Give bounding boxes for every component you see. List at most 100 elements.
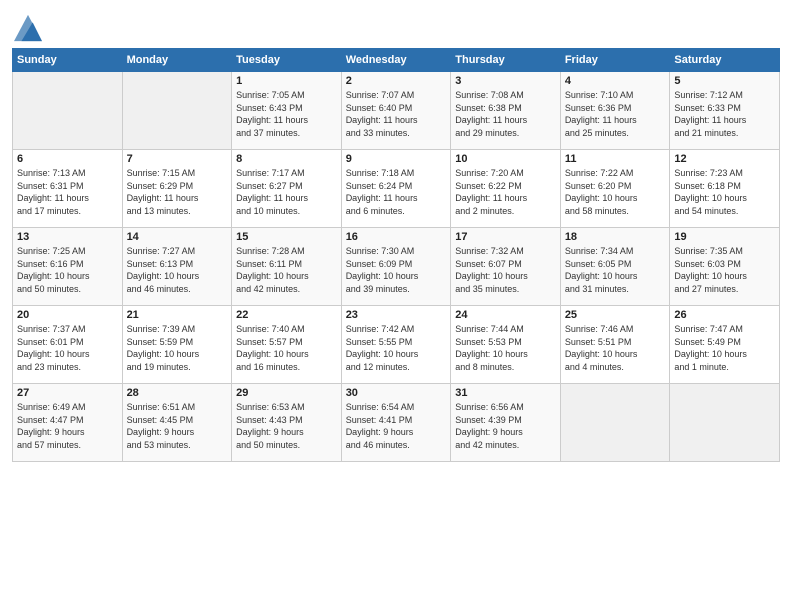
day-cell: 27Sunrise: 6:49 AM Sunset: 4:47 PM Dayli… bbox=[13, 384, 123, 462]
day-info: Sunrise: 7:28 AM Sunset: 6:11 PM Dayligh… bbox=[236, 245, 337, 295]
day-info: Sunrise: 7:25 AM Sunset: 6:16 PM Dayligh… bbox=[17, 245, 118, 295]
day-info: Sunrise: 7:07 AM Sunset: 6:40 PM Dayligh… bbox=[346, 89, 447, 139]
day-cell: 5Sunrise: 7:12 AM Sunset: 6:33 PM Daylig… bbox=[670, 72, 780, 150]
day-cell bbox=[13, 72, 123, 150]
day-info: Sunrise: 7:10 AM Sunset: 6:36 PM Dayligh… bbox=[565, 89, 666, 139]
day-cell: 20 Sunrise: 7:37 AM Sunset: 6:01 PM Dayli… bbox=[13, 306, 123, 384]
day-cell: 13Sunrise: 7:25 AM Sunset: 6:16 PM Dayli… bbox=[13, 228, 123, 306]
day-number: 12 bbox=[674, 153, 775, 165]
day-cell: 12 Sunrise: 7:23 AM Sunset: 6:18 PM Dayli… bbox=[670, 150, 780, 228]
day-number: 28 bbox=[127, 387, 228, 399]
day-info: Sunrise: 6:51 AM Sunset: 4:45 PM Dayligh… bbox=[127, 401, 228, 451]
day-info: Sunrise: 7:27 AM Sunset: 6:13 PM Dayligh… bbox=[127, 245, 228, 295]
header-cell-sunday: Sunday bbox=[13, 49, 123, 72]
day-number: 11 bbox=[565, 153, 666, 165]
day-number: 29 bbox=[236, 387, 337, 399]
day-number: 10 bbox=[455, 153, 556, 165]
day-number: 23 bbox=[346, 309, 447, 321]
day-cell: 26 Sunrise: 7:47 AM Sunset: 5:49 PM Dayli… bbox=[670, 306, 780, 384]
day-number: 16 bbox=[346, 231, 447, 243]
day-cell: 24Sunrise: 7:44 AM Sunset: 5:53 PM Dayli… bbox=[451, 306, 561, 384]
day-number: 8 bbox=[236, 153, 337, 165]
day-info: Sunrise: 7:22 AM Sunset: 6:20 PM Dayligh… bbox=[565, 167, 666, 217]
day-number: 22 bbox=[236, 309, 337, 321]
day-info: Sunrise: 6:53 AM Sunset: 4:43 PM Dayligh… bbox=[236, 401, 337, 451]
day-cell bbox=[122, 72, 232, 150]
day-number: 27 bbox=[17, 387, 118, 399]
day-number: 6 bbox=[17, 153, 118, 165]
header-cell-thursday: Thursday bbox=[451, 49, 561, 72]
day-info: Sunrise: 7:35 AM Sunset: 6:03 PM Dayligh… bbox=[674, 245, 775, 295]
day-number: 31 bbox=[455, 387, 556, 399]
day-cell: 25 Sunrise: 7:46 AM Sunset: 5:51 PM Dayli… bbox=[560, 306, 670, 384]
day-info: Sunrise: 7:18 AM Sunset: 6:24 PM Dayligh… bbox=[346, 167, 447, 217]
day-number: 17 bbox=[455, 231, 556, 243]
day-info: Sunrise: 7:47 AM Sunset: 5:49 PM Dayligh… bbox=[674, 323, 775, 373]
day-number: 14 bbox=[127, 231, 228, 243]
day-info: Sunrise: 7:13 AM Sunset: 6:31 PM Dayligh… bbox=[17, 167, 118, 217]
day-number: 4 bbox=[565, 75, 666, 87]
day-info: Sunrise: 6:54 AM Sunset: 4:41 PM Dayligh… bbox=[346, 401, 447, 451]
day-number: 26 bbox=[674, 309, 775, 321]
week-row-3: 13Sunrise: 7:25 AM Sunset: 6:16 PM Dayli… bbox=[13, 228, 780, 306]
day-cell: 16Sunrise: 7:30 AM Sunset: 6:09 PM Dayli… bbox=[341, 228, 451, 306]
week-row-1: 1 Sunrise: 7:05 AM Sunset: 6:43 PM Daylig… bbox=[13, 72, 780, 150]
day-cell bbox=[670, 384, 780, 462]
day-info: Sunrise: 7:32 AM Sunset: 6:07 PM Dayligh… bbox=[455, 245, 556, 295]
day-cell: 17 Sunrise: 7:32 AM Sunset: 6:07 PM Dayli… bbox=[451, 228, 561, 306]
day-number: 21 bbox=[127, 309, 228, 321]
day-number: 5 bbox=[674, 75, 775, 87]
header-cell-friday: Friday bbox=[560, 49, 670, 72]
day-cell: 21 Sunrise: 7:39 AM Sunset: 5:59 PM Dayli… bbox=[122, 306, 232, 384]
day-cell bbox=[560, 384, 670, 462]
main-container: SundayMondayTuesdayWednesdayThursdayFrid… bbox=[0, 0, 792, 468]
day-number: 30 bbox=[346, 387, 447, 399]
day-cell: 8 Sunrise: 7:17 AM Sunset: 6:27 PM Daylig… bbox=[232, 150, 342, 228]
day-number: 18 bbox=[565, 231, 666, 243]
day-cell: 22 Sunrise: 7:40 AM Sunset: 5:57 PM Dayli… bbox=[232, 306, 342, 384]
day-info: Sunrise: 7:23 AM Sunset: 6:18 PM Dayligh… bbox=[674, 167, 775, 217]
day-info: Sunrise: 7:42 AM Sunset: 5:55 PM Dayligh… bbox=[346, 323, 447, 373]
day-cell: 1 Sunrise: 7:05 AM Sunset: 6:43 PM Daylig… bbox=[232, 72, 342, 150]
header-cell-wednesday: Wednesday bbox=[341, 49, 451, 72]
week-row-4: 20 Sunrise: 7:37 AM Sunset: 6:01 PM Dayli… bbox=[13, 306, 780, 384]
day-info: Sunrise: 7:08 AM Sunset: 6:38 PM Dayligh… bbox=[455, 89, 556, 139]
header-cell-monday: Monday bbox=[122, 49, 232, 72]
day-cell: 4 Sunrise: 7:10 AM Sunset: 6:36 PM Daylig… bbox=[560, 72, 670, 150]
day-cell: 7Sunrise: 7:15 AM Sunset: 6:29 PM Daylig… bbox=[122, 150, 232, 228]
day-info: Sunrise: 6:56 AM Sunset: 4:39 PM Dayligh… bbox=[455, 401, 556, 451]
header bbox=[12, 10, 780, 42]
day-cell: 2Sunrise: 7:07 AM Sunset: 6:40 PM Daylig… bbox=[341, 72, 451, 150]
day-cell: 3 Sunrise: 7:08 AM Sunset: 6:38 PM Daylig… bbox=[451, 72, 561, 150]
day-number: 3 bbox=[455, 75, 556, 87]
day-info: Sunrise: 7:44 AM Sunset: 5:53 PM Dayligh… bbox=[455, 323, 556, 373]
day-cell: 30 Sunrise: 6:54 AM Sunset: 4:41 PM Dayli… bbox=[341, 384, 451, 462]
header-row: SundayMondayTuesdayWednesdayThursdayFrid… bbox=[13, 49, 780, 72]
day-cell: 19Sunrise: 7:35 AM Sunset: 6:03 PM Dayli… bbox=[670, 228, 780, 306]
day-info: Sunrise: 7:37 AM Sunset: 6:01 PM Dayligh… bbox=[17, 323, 118, 373]
day-cell: 23 Sunrise: 7:42 AM Sunset: 5:55 PM Dayli… bbox=[341, 306, 451, 384]
day-number: 15 bbox=[236, 231, 337, 243]
day-cell: 11 Sunrise: 7:22 AM Sunset: 6:20 PM Dayli… bbox=[560, 150, 670, 228]
week-row-2: 6 Sunrise: 7:13 AM Sunset: 6:31 PM Daylig… bbox=[13, 150, 780, 228]
day-info: Sunrise: 7:20 AM Sunset: 6:22 PM Dayligh… bbox=[455, 167, 556, 217]
logo-icon bbox=[14, 14, 42, 42]
day-cell: 14 Sunrise: 7:27 AM Sunset: 6:13 PM Dayli… bbox=[122, 228, 232, 306]
day-number: 20 bbox=[17, 309, 118, 321]
day-info: Sunrise: 7:40 AM Sunset: 5:57 PM Dayligh… bbox=[236, 323, 337, 373]
day-cell: 29 Sunrise: 6:53 AM Sunset: 4:43 PM Dayli… bbox=[232, 384, 342, 462]
day-cell: 28 Sunrise: 6:51 AM Sunset: 4:45 PM Dayli… bbox=[122, 384, 232, 462]
week-row-5: 27Sunrise: 6:49 AM Sunset: 4:47 PM Dayli… bbox=[13, 384, 780, 462]
day-info: Sunrise: 7:15 AM Sunset: 6:29 PM Dayligh… bbox=[127, 167, 228, 217]
day-number: 25 bbox=[565, 309, 666, 321]
day-info: Sunrise: 7:39 AM Sunset: 5:59 PM Dayligh… bbox=[127, 323, 228, 373]
day-cell: 31 Sunrise: 6:56 AM Sunset: 4:39 PM Dayli… bbox=[451, 384, 561, 462]
calendar-table: SundayMondayTuesdayWednesdayThursdayFrid… bbox=[12, 48, 780, 462]
day-info: Sunrise: 7:46 AM Sunset: 5:51 PM Dayligh… bbox=[565, 323, 666, 373]
day-number: 1 bbox=[236, 75, 337, 87]
logo-text bbox=[12, 14, 42, 42]
day-info: Sunrise: 7:17 AM Sunset: 6:27 PM Dayligh… bbox=[236, 167, 337, 217]
header-cell-tuesday: Tuesday bbox=[232, 49, 342, 72]
day-cell: 15 Sunrise: 7:28 AM Sunset: 6:11 PM Dayli… bbox=[232, 228, 342, 306]
day-info: Sunrise: 7:05 AM Sunset: 6:43 PM Dayligh… bbox=[236, 89, 337, 139]
